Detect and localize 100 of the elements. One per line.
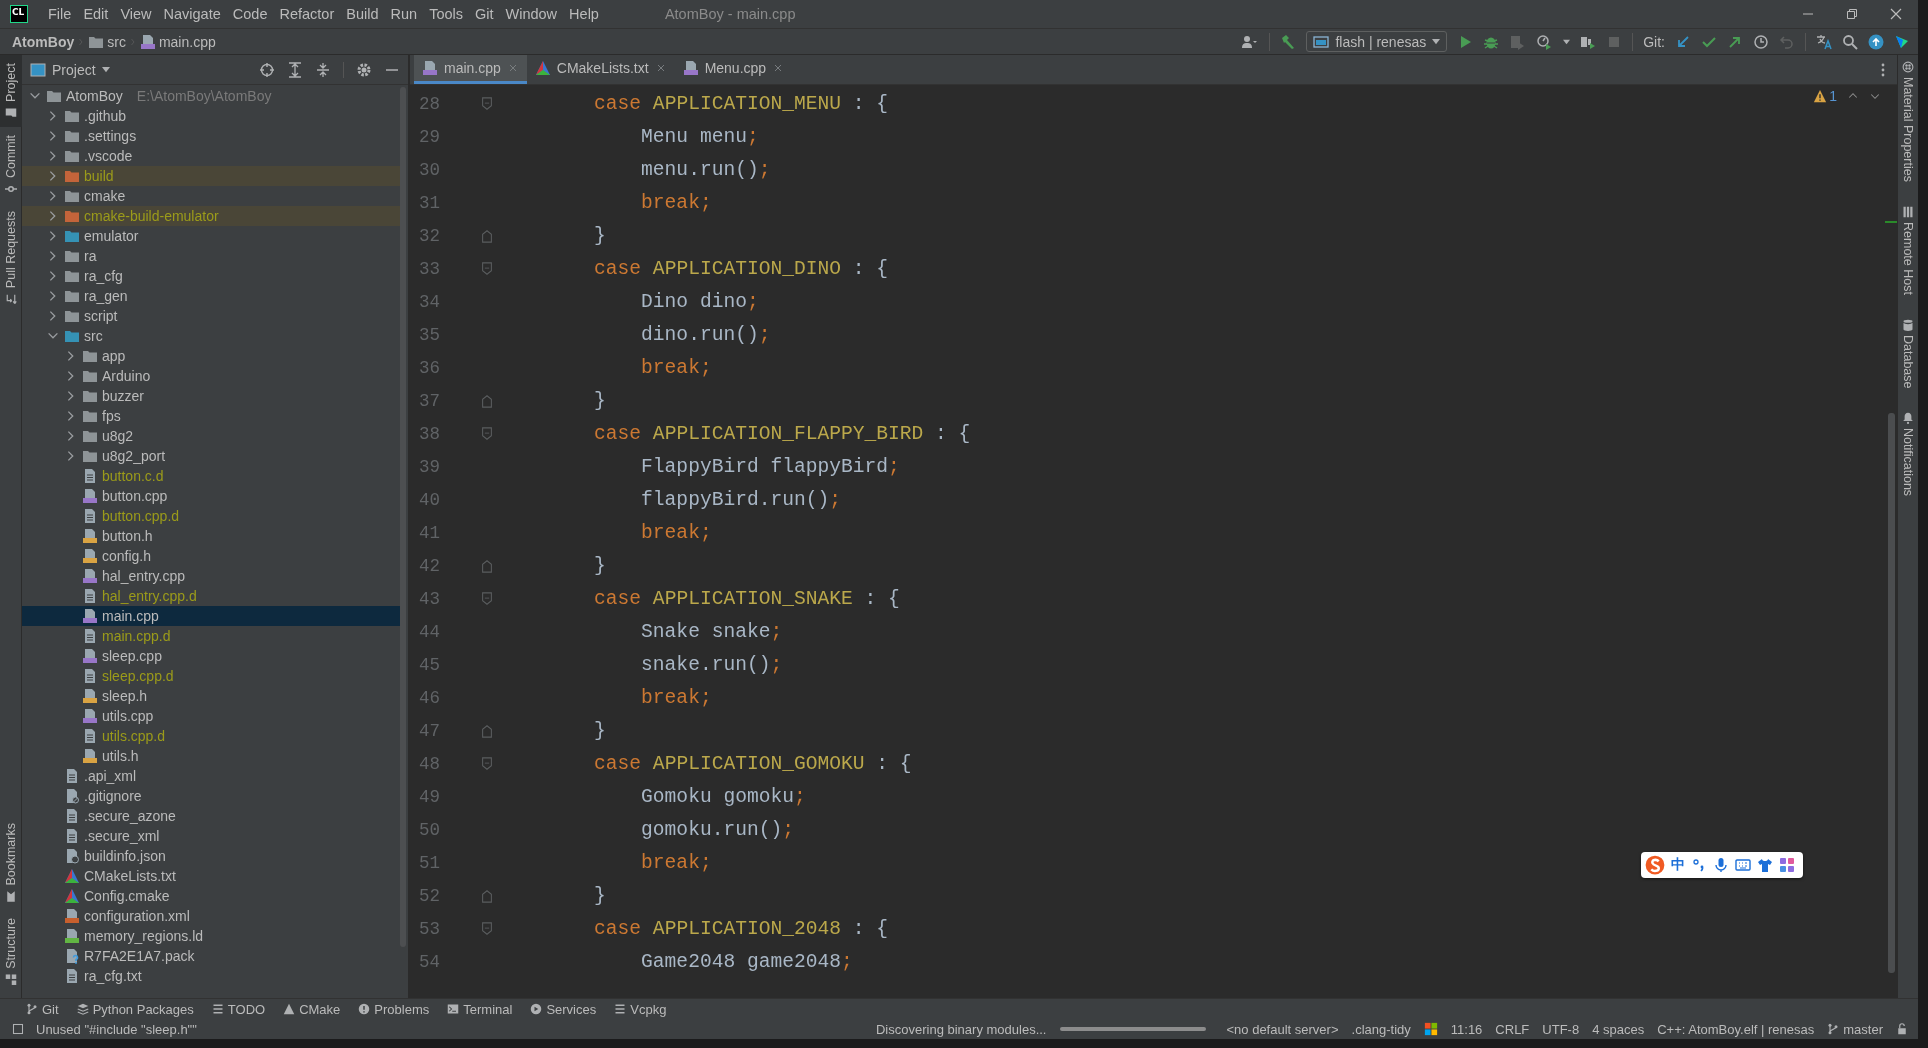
tree-item[interactable]: button.c.d [22,466,400,486]
tree-item[interactable]: build [22,166,400,186]
tree-item[interactable]: ra_cfg.txt [22,966,400,986]
tree-item[interactable]: fps [22,406,400,426]
fold-icon[interactable] [480,426,494,441]
tree-item[interactable]: R7FA2E1A7.pack [22,946,400,966]
expand-all-icon[interactable] [287,61,303,78]
menu-item[interactable]: Refactor [273,3,341,25]
menu-item[interactable]: Edit [77,3,115,25]
tool-window-tab[interactable]: Vcpkg [614,1001,667,1017]
tree-item[interactable]: .secure_azone [22,806,400,826]
tool-window-tab[interactable]: Material Properties [1898,55,1918,200]
restore-icon[interactable] [1844,6,1860,22]
tree-item[interactable]: cmake [22,186,400,206]
tool-window-tab[interactable]: Pull Requests [0,202,22,314]
editor-tab[interactable]: Menu.cpp [674,55,793,84]
menu-item[interactable]: Help [563,3,605,25]
input-mode-toggle[interactable]: 中 [1671,856,1685,874]
tool-window-tab[interactable]: Bookmarks [0,814,22,911]
microphone-icon[interactable] [1713,857,1729,873]
tool-window-tab[interactable]: Notifications [1898,406,1918,515]
tree-item[interactable]: cmake-build-emulator [22,206,400,226]
tree-item[interactable]: sleep.cpp.d [22,666,400,686]
tree-item[interactable]: CMakeLists.txt [22,866,400,886]
tree-item[interactable]: memory_regions.ld [22,926,400,946]
tree-item[interactable]: buzzer [22,386,400,406]
tree-item[interactable]: ra_gen [22,286,400,306]
tree-item[interactable]: ra [22,246,400,266]
fold-icon[interactable] [480,228,494,243]
clock-icon[interactable] [1753,33,1769,50]
tree-item[interactable]: hal_entry.cpp [22,566,400,586]
menu-item[interactable]: Window [499,3,564,25]
tree-item[interactable]: sleep.h [22,686,400,706]
status-item[interactable]: <no default server> [1226,1021,1339,1037]
tree-item[interactable]: main.cpp.d [22,626,400,646]
upload-icon[interactable] [1868,33,1884,50]
fold-icon[interactable] [480,96,494,111]
scrollbar[interactable] [400,87,406,947]
tree-item[interactable]: app [22,346,400,366]
breadcrumb-item[interactable]: AtomBoy [12,33,75,50]
translate-icon[interactable] [1816,33,1832,50]
tree-item[interactable]: buildinfo.json [22,846,400,866]
fold-icon[interactable] [480,558,494,573]
tool-window-tab[interactable]: Structure [0,910,22,994]
windows-logo-icon[interactable] [1423,1022,1438,1036]
tree-item[interactable]: Config.cmake [22,886,400,906]
menu-item[interactable]: Build [340,3,385,25]
fold-icon[interactable] [480,723,494,738]
fold-icon[interactable] [480,591,494,606]
menu-item[interactable]: Navigate [157,3,227,25]
lock-icon[interactable] [1896,1023,1908,1035]
tool-window-tab[interactable]: Project [0,55,22,127]
tree-item[interactable]: button.h [22,526,400,546]
plugin-icon[interactable] [1894,33,1910,50]
menu-item[interactable]: View [114,3,158,25]
tree-item[interactable]: .api_xml [22,766,400,786]
hammer-icon[interactable] [1280,33,1297,50]
tree-item[interactable]: .secure_xml [22,826,400,846]
tree-item[interactable]: utils.cpp [22,706,400,726]
tree-item[interactable]: button.cpp [22,486,400,506]
arrow-icon[interactable] [1675,33,1691,50]
tree-item[interactable]: .settings [22,126,400,146]
editor-tab[interactable]: main.cpp [414,55,527,84]
tree-item[interactable]: emulator [22,226,400,246]
keyboard-icon[interactable] [1735,857,1751,873]
project-view-dropdown[interactable]: Project [30,61,110,78]
tree-item[interactable]: sleep.cpp [22,646,400,666]
tool-window-tab[interactable]: CMake [283,1001,341,1017]
fold-icon[interactable] [480,261,494,276]
tool-window-tab[interactable]: TODO [211,1001,266,1017]
tree-item[interactable]: button.cpp.d [22,506,400,526]
settings-icon[interactable] [356,61,372,78]
tree-item[interactable]: config.h [22,546,400,566]
breadcrumb-item[interactable]: main.cpp [158,33,216,50]
menu-item[interactable]: Tools [423,3,469,25]
warning-count[interactable]: 1 [1829,88,1837,104]
status-item[interactable]: CRLF [1495,1021,1530,1037]
background-task[interactable]: Discovering binary modules... [875,1021,1047,1037]
tree-item[interactable]: utils.h [22,746,400,766]
tree-item[interactable]: u8g2_port [22,446,400,466]
tool-window-tab[interactable]: Services [530,1001,597,1017]
tool-window-tab[interactable]: Problems [358,1001,430,1017]
tree-item[interactable]: u8g2 [22,426,400,446]
tree-item[interactable]: src [22,326,400,346]
tree-item[interactable]: Arduino [22,366,400,386]
run-configuration-dropdown[interactable]: flash | renesas [1306,31,1448,52]
tool-window-tab[interactable]: Python Packages [76,1001,194,1017]
grid-icon[interactable] [1779,857,1795,873]
tree-item[interactable]: .github [22,106,400,126]
user-icon[interactable] [1239,33,1260,50]
tree-item[interactable]: .vscode [22,146,400,166]
status-item[interactable]: 4 spaces [1592,1021,1645,1037]
git-branch-widget[interactable]: master [1827,1021,1883,1037]
tool-window-tab[interactable]: Remote Host [1898,199,1918,313]
search-icon[interactable] [1842,33,1858,50]
scrollbar[interactable] [1888,413,1895,973]
fold-icon[interactable] [480,756,494,771]
menu-item[interactable]: Git [469,3,500,25]
tree-item[interactable]: AtomBoy E:\AtomBoy\AtomBoy [22,86,400,106]
tool-window-tab[interactable]: Database [1898,312,1918,407]
